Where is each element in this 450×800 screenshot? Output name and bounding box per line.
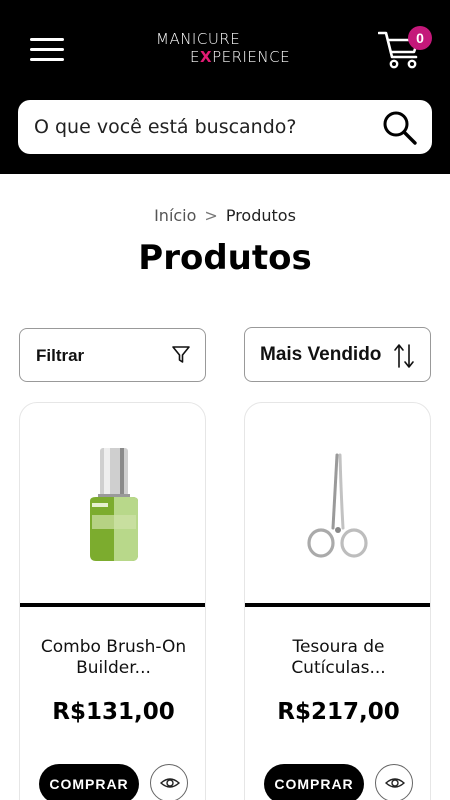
breadcrumb-separator: > (204, 206, 218, 225)
eye-icon (385, 778, 405, 788)
hamburger-icon[interactable] (30, 36, 64, 64)
search-icon[interactable] (382, 110, 418, 146)
sort-select[interactable]: Mais Vendido (244, 327, 431, 382)
buy-button[interactable]: COMPRAR (39, 764, 139, 800)
product-name[interactable]: Combo Brush-On Builder... (30, 637, 197, 679)
logo[interactable]: MANICURE EXPERIENCE (150, 30, 302, 70)
funnel-icon (172, 346, 190, 363)
logo-line-2: EXPERIENCE (190, 48, 290, 66)
eye-icon (160, 778, 180, 788)
product-card[interactable]: Tesoura de Cutículas... R$217,00 COMPRAR (244, 402, 431, 800)
breadcrumb: Início > Produtos (0, 206, 450, 225)
filter-label: Filtrar (36, 346, 85, 365)
product-name[interactable]: Tesoura de Cutículas... (255, 637, 422, 679)
sort-arrows-icon (394, 344, 414, 368)
breadcrumb-current: Produtos (225, 206, 296, 225)
logo-line-1: MANICURE (156, 30, 241, 48)
product-image-nail-polish-bottle[interactable] (20, 403, 205, 603)
product-price: R$217,00 (277, 699, 400, 725)
site-header: MANICURE EXPERIENCE 0 (0, 0, 450, 174)
breadcrumb-home-link[interactable]: Início (154, 206, 196, 225)
product-image-cuticle-scissors[interactable] (245, 403, 430, 603)
search-bar (18, 100, 432, 154)
logo-x: X (199, 48, 213, 66)
logo-rest: PERIENCE (212, 48, 291, 66)
product-price: R$131,00 (52, 699, 175, 725)
logo-e: E (190, 48, 200, 66)
buy-button[interactable]: COMPRAR (264, 764, 364, 800)
search-input[interactable] (34, 100, 374, 154)
card-divider (245, 603, 430, 607)
product-card[interactable]: Combo Brush-On Builder... R$131,00 COMPR… (19, 402, 206, 800)
page-title: Produtos (138, 238, 312, 278)
sort-label: Mais Vendido (260, 344, 382, 365)
quick-view-button[interactable] (150, 764, 188, 800)
quick-view-button[interactable] (375, 764, 413, 800)
cart-count-badge: 0 (408, 26, 432, 50)
filter-button[interactable]: Filtrar (19, 328, 206, 382)
card-divider (20, 603, 205, 607)
